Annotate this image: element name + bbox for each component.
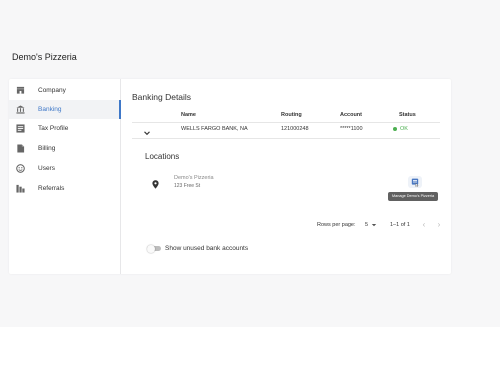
settings-card: Company Banking Tax Profile Billing User… bbox=[9, 79, 451, 274]
rows-per-page-value: 5 bbox=[365, 222, 369, 228]
page-title: Demo's Pizzeria bbox=[12, 52, 77, 62]
manage-icon bbox=[411, 178, 419, 187]
expand-row-button[interactable] bbox=[143, 124, 151, 136]
sidebar-item-banking[interactable]: Banking bbox=[9, 100, 121, 119]
storefront-icon bbox=[16, 86, 25, 95]
previous-page-button[interactable]: ‹ bbox=[419, 219, 429, 229]
toggle-label: Show unused bank accounts bbox=[165, 245, 249, 252]
referrals-icon bbox=[16, 184, 25, 193]
users-icon bbox=[16, 164, 25, 173]
column-header-account: Account bbox=[340, 112, 362, 118]
page-range: 1–1 of 1 bbox=[390, 222, 410, 228]
sidebar-item-label: Referrals bbox=[38, 185, 65, 192]
dropdown-arrow-icon bbox=[371, 224, 377, 227]
column-header-name: Name bbox=[181, 112, 196, 118]
top-bar bbox=[0, 0, 500, 32]
sidebar-item-referrals[interactable]: Referrals bbox=[9, 179, 120, 198]
show-unused-accounts-toggle[interactable] bbox=[147, 244, 161, 253]
location-pin-icon bbox=[152, 176, 159, 189]
chevron-down-icon bbox=[144, 131, 150, 136]
status-badge: OK bbox=[393, 126, 408, 132]
locations-title: Locations bbox=[145, 152, 180, 161]
document-icon bbox=[16, 144, 25, 153]
banking-panel: Banking Details Name Routing Account Sta… bbox=[121, 79, 451, 274]
sidebar-item-label: Billing bbox=[38, 145, 56, 152]
location-address: 123 Free St bbox=[174, 183, 201, 189]
sidebar-item-label: Users bbox=[38, 165, 55, 172]
rows-per-page-label: Rows per page: bbox=[317, 222, 356, 228]
sidebar-item-company[interactable]: Company bbox=[9, 81, 120, 100]
manage-location-button[interactable] bbox=[408, 176, 422, 188]
divider bbox=[132, 122, 440, 123]
sidebar-item-label: Company bbox=[38, 87, 66, 94]
sidebar-item-tax-profile[interactable]: Tax Profile bbox=[9, 119, 120, 138]
sidebar-item-users[interactable]: Users bbox=[9, 159, 120, 178]
bank-name: WELLS FARGO BANK, NA bbox=[181, 126, 248, 132]
tooltip: Manage Demo's Pizzeria bbox=[388, 192, 439, 201]
divider bbox=[132, 138, 440, 139]
status-dot-icon bbox=[393, 127, 397, 131]
account-number: *****1100 bbox=[340, 126, 363, 132]
receipt-icon bbox=[16, 124, 25, 133]
settings-sidebar: Company Banking Tax Profile Billing User… bbox=[9, 79, 121, 274]
routing-number: 121000248 bbox=[281, 126, 309, 132]
sidebar-item-billing[interactable]: Billing bbox=[9, 139, 120, 158]
section-title: Banking Details bbox=[132, 92, 192, 102]
toggle-thumb bbox=[147, 244, 155, 253]
next-page-button[interactable]: › bbox=[434, 219, 444, 229]
sidebar-item-label: Tax Profile bbox=[38, 125, 69, 132]
location-name: Demo's Pizzeria bbox=[174, 175, 214, 181]
status-text: OK bbox=[400, 126, 408, 132]
column-header-status: Status bbox=[399, 112, 416, 118]
sidebar-item-label: Banking bbox=[38, 106, 62, 113]
rows-per-page-select[interactable]: 5 bbox=[365, 220, 381, 230]
bank-icon bbox=[16, 105, 25, 114]
column-header-routing: Routing bbox=[281, 112, 302, 118]
